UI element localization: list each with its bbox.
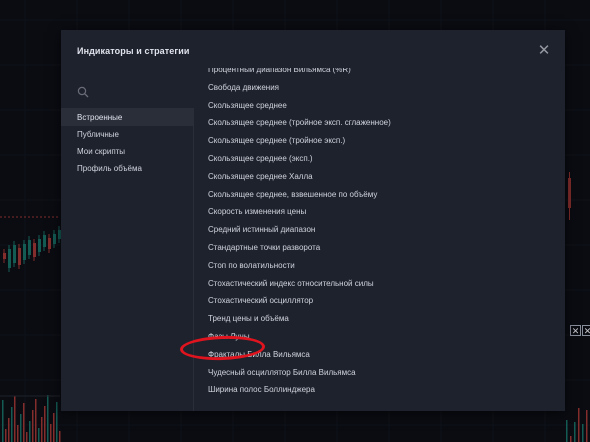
close-icon[interactable]: ✕ [537,43,551,58]
list-item[interactable]: Скользящее среднее (эксп.) [194,150,565,168]
list-item[interactable]: Чудесный осциллятор Билла Вильямса [194,364,565,382]
sidebar-item-volume-profile[interactable]: Профиль объёма [61,160,193,177]
list-item[interactable]: Стохастический осциллятор [194,292,565,310]
search-input[interactable] [61,74,193,108]
list-item[interactable]: Процентный диапазон Вильямса (%R) [194,68,565,79]
search-icon[interactable] [77,86,89,98]
list-item[interactable]: Скользящее среднее, взвешенное по объёму [194,186,565,204]
sidebar-item-my-scripts[interactable]: Мои скрипты [61,143,193,160]
indicator-list: Процентный диапазон Вильямса (%R) Свобод… [194,68,565,411]
category-sidebar: Встроенные Публичные Мои скрипты Профиль… [61,108,194,411]
sidebar-item-builtin[interactable]: Встроенные [61,109,193,126]
list-item[interactable]: Скользящее среднее [194,97,565,115]
list-item[interactable]: Скользящее среднее (тройное эксп.) [194,132,565,150]
dialog-title: Индикаторы и стратегии [77,46,190,56]
list-item[interactable]: Стохастический индекс относительной силы [194,275,565,293]
list-item[interactable]: Скорость изменения цены [194,203,565,221]
chart-maximize-button[interactable]: ✕ [582,325,590,336]
list-item[interactable]: Тренд цены и объёма [194,310,565,328]
list-item[interactable]: Стоп по волатильности [194,257,565,275]
list-item[interactable]: Ширина полос Боллинджера [194,381,565,399]
sidebar-item-public[interactable]: Публичные [61,126,193,143]
indicators-dialog: Индикаторы и стратегии ✕ Встроенные Публ… [61,30,565,411]
list-item[interactable]: Средний истинный диапазон [194,221,565,239]
chart-close-button[interactable]: ✕ [570,325,581,336]
list-item[interactable]: Скользящее среднее Халла [194,168,565,186]
list-item[interactable]: Стандартные точки разворота [194,239,565,257]
list-item[interactable]: Свобода движения [194,79,565,97]
list-item[interactable]: Скользящее среднее (тройное эксп. сглаже… [194,114,565,132]
